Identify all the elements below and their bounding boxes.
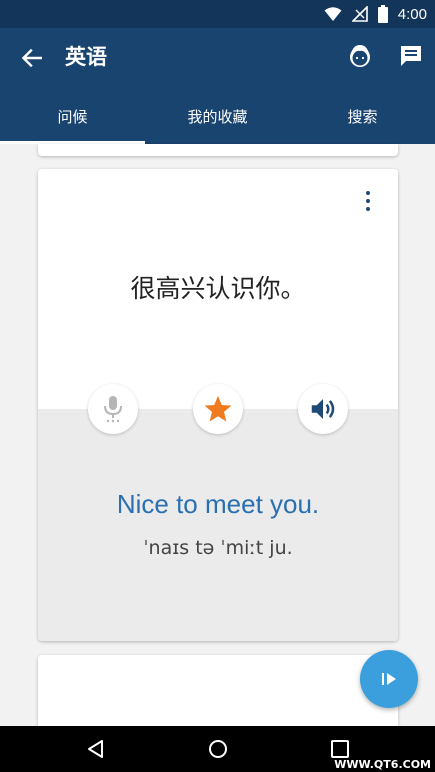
chat-button[interactable]	[399, 44, 423, 68]
speaker-icon	[311, 399, 335, 419]
more-vert-icon[interactable]	[362, 191, 374, 211]
speaker-button[interactable]	[298, 384, 348, 434]
play-all-button[interactable]	[360, 650, 418, 708]
phrase-text: 很高兴认识你。	[130, 274, 306, 303]
previous-card[interactable]	[38, 144, 398, 156]
play-icon	[382, 673, 396, 685]
pronunciation-text: ˈnaɪs tə ˈmiːt ju.	[143, 537, 293, 559]
mic-icon	[104, 396, 122, 423]
wifi-icon	[324, 7, 342, 21]
favorite-star-button[interactable]	[193, 384, 243, 434]
tab-search[interactable]: 搜索	[290, 88, 435, 144]
mic-button[interactable]	[88, 384, 138, 434]
star-icon	[204, 395, 232, 422]
translation-panel: Nice to meet you. ˈnaɪs tə ˈmiːt ju.	[38, 409, 398, 641]
translation-text: Nice to meet you.	[116, 489, 320, 519]
nav-home-icon[interactable]	[208, 739, 228, 759]
page-title: 英语	[65, 45, 107, 69]
tab-label: 我的收藏	[187, 107, 248, 126]
back-arrow-icon	[22, 49, 42, 67]
nav-recents-icon[interactable]	[330, 739, 350, 759]
nav-back-icon[interactable]	[86, 739, 106, 759]
tab-label: 搜索	[347, 107, 378, 126]
status-icons: 4:00	[324, 4, 427, 24]
avatar-button[interactable]	[346, 42, 374, 70]
tab-greetings[interactable]: 问候	[0, 88, 145, 144]
avatar-icon	[350, 45, 370, 67]
status-time: 4:00	[397, 5, 427, 23]
status-bar: 4:00	[0, 0, 435, 28]
battery-icon	[377, 5, 388, 23]
navigation-bar: WWW.QT6.COM	[0, 726, 435, 772]
chat-icon	[401, 46, 421, 66]
tab-label: 问候	[57, 107, 88, 126]
app-bar: 英语 问候 我的收藏 搜索	[0, 28, 435, 144]
tab-favorites[interactable]: 我的收藏	[145, 88, 290, 144]
back-button[interactable]	[18, 44, 46, 72]
next-card[interactable]	[38, 655, 398, 726]
phrase-card: 很高兴认识你。 Nice to meet you. ˈnaɪs tə ˈmiːt…	[38, 169, 398, 641]
watermark: WWW.QT6.COM	[334, 758, 431, 771]
signal-icon	[351, 6, 368, 22]
tab-bar: 问候 我的收藏 搜索	[0, 88, 435, 144]
